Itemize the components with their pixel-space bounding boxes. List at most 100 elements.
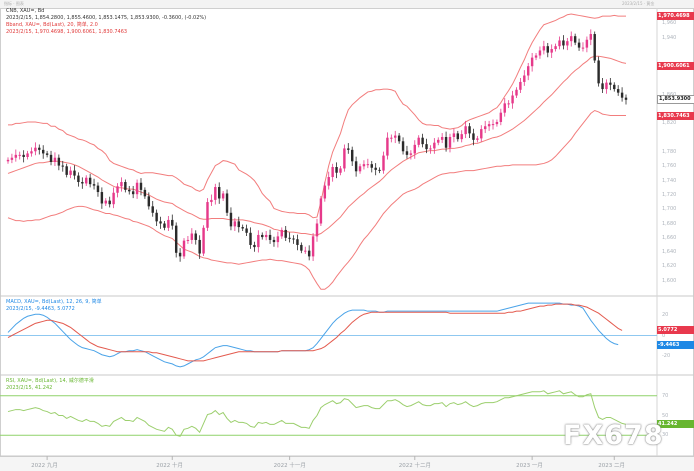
candle-up [394,135,397,138]
candle-up [233,221,237,227]
candle-up [214,187,217,200]
candle-down [241,227,244,229]
candle-down [139,182,143,190]
candle-down [562,40,565,46]
candle-down [347,148,350,150]
candle-up [319,198,323,224]
candle-down [472,133,475,140]
candle-up [550,49,553,53]
candle-down [22,154,25,157]
candle-down [546,46,549,53]
candle-down [45,153,49,155]
candle-down [88,177,92,185]
price-axis-tick: 1,660 [662,234,677,241]
candle-down [593,34,596,61]
candle-up [10,157,14,160]
candle-down [573,36,577,43]
price-tag: 1,970.4698 [657,11,694,20]
candle-down [57,157,61,166]
candle-up [499,112,503,122]
candle-up [566,41,569,46]
candle-up [570,36,573,42]
macd-tag: 5.0772 [657,326,694,335]
candle-down [272,239,276,243]
candle-down [307,250,311,257]
candle-down [401,141,405,152]
rsi-axis-tick: 70 [662,392,669,399]
price-axis-tick: 1,680 [662,220,677,227]
candle-up [511,95,514,104]
candle-up [34,147,37,152]
candle-down [288,237,291,239]
candle-up [358,166,362,172]
candle-down [456,133,460,140]
candle-down [229,212,233,227]
candle-up [554,46,557,50]
candle-up [18,154,21,156]
candle-up [53,157,57,163]
candle-up [69,170,72,175]
candle-down [354,161,358,172]
price-tag: 1,830.7463 [657,111,694,120]
price-axis-tick: 1,620 [662,263,677,270]
candle-down [245,228,248,233]
candle-up [116,186,119,193]
candle-up [104,200,107,204]
candle-up [182,240,186,257]
candle-down [218,187,221,199]
candle-up [495,121,499,125]
candle-down [397,135,401,142]
candle-down [601,83,604,90]
candle-down [609,82,612,85]
candle-down [159,221,162,224]
candle-up [503,103,506,113]
candle-down [350,149,354,162]
candle-down [268,234,272,240]
candle-up [311,236,315,257]
candle-up [366,164,370,166]
price-axis-tick: 1,780 [662,149,677,155]
candle-down [374,167,377,170]
candle-up [558,40,561,47]
candle-down [225,193,229,213]
candle-up [186,239,190,241]
candle-down [61,165,64,167]
candle-down [163,223,166,228]
candle-down [174,225,178,253]
x-axis-label: 2022 九月 [31,463,58,469]
candle-up [315,223,319,237]
candle-up [519,81,522,90]
price-axis-tick: 1,820 [662,120,677,127]
candle-down [155,212,158,222]
candle-up [581,47,585,49]
candle-up [589,34,593,40]
candle-up [167,219,170,228]
candle-down [425,144,428,150]
candle-up [386,137,389,156]
candle-up [460,134,463,140]
candle-down [577,42,581,48]
candle-up [323,185,327,199]
price-axis-tick: 1,600 [662,277,677,284]
price-ohlc-legend: 2023/2/15, 1,854.2800, 1,855.4600, 1,853… [6,15,207,21]
candle-up [339,168,342,173]
candle-up [605,82,608,90]
price-axis-tick: 1,760 [662,163,677,170]
candle-down [378,169,381,171]
candle-down [284,229,287,238]
candle-up [343,148,346,169]
macd-legend: MACD, XAU=, Bd(Last), 12, 26, 9, 简单 [6,299,102,305]
candle-down [100,192,104,204]
bband-values: 2023/2/15, 1,970.4698, 1,900.6061, 1,830… [6,29,128,35]
candle-up [409,153,413,155]
candle-up [452,133,456,137]
candle-up [202,227,205,254]
price-axis-tick: 1,940 [662,34,677,41]
candle-down [194,233,197,240]
rsi-axis-tick: 50 [662,412,669,419]
candles [6,29,628,262]
candle-up [30,151,33,154]
candle-down [108,200,111,205]
candle-up [280,229,284,237]
candle-up [14,154,18,158]
